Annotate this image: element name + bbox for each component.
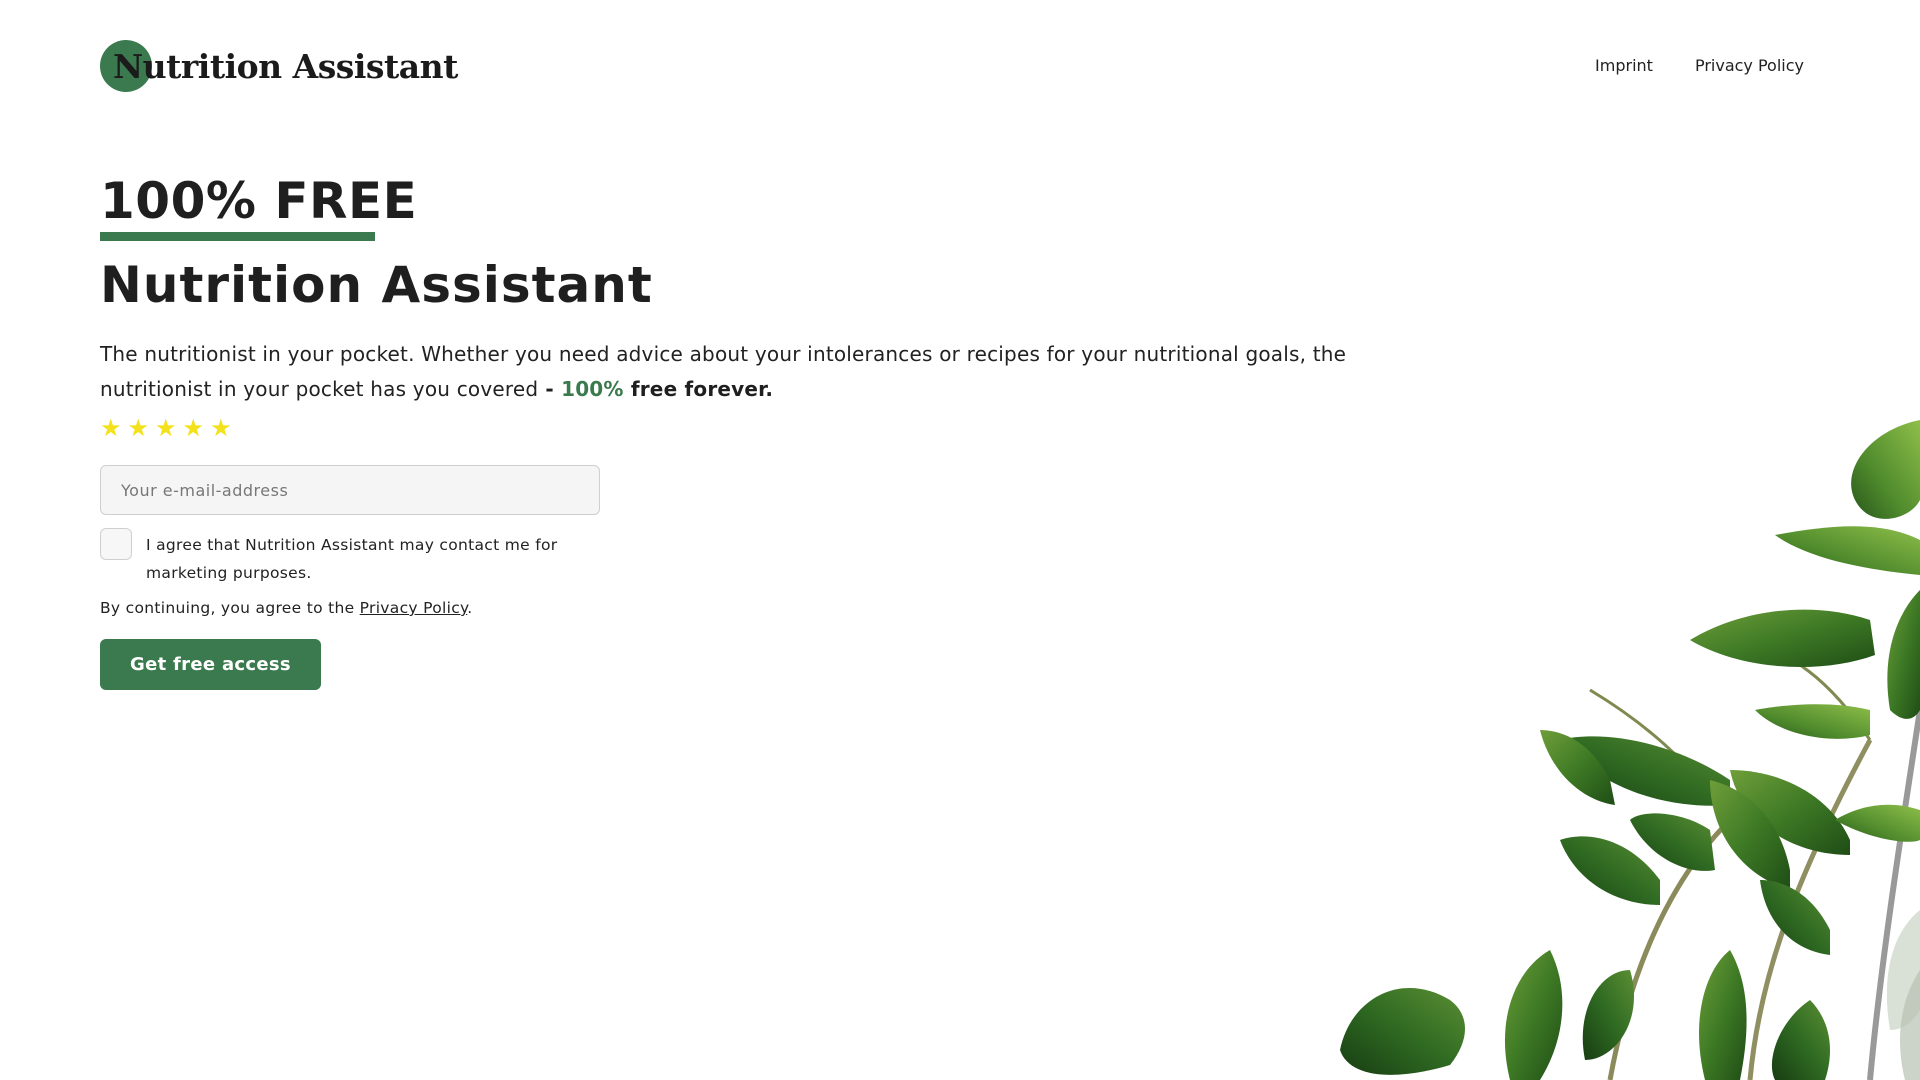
description-dash: - bbox=[538, 377, 562, 401]
nav-link-privacy-policy[interactable]: Privacy Policy bbox=[1695, 56, 1804, 75]
star-icon: ★ bbox=[210, 414, 232, 442]
hero-description: The nutritionist in your pocket. Whether… bbox=[100, 337, 1420, 407]
star-icon: ★ bbox=[100, 414, 122, 442]
privacy-policy-link[interactable]: Privacy Policy bbox=[360, 599, 468, 617]
legal-notice: By continuing, you agree to the Privacy … bbox=[100, 599, 600, 617]
consent-checkbox[interactable] bbox=[100, 528, 132, 560]
star-icon: ★ bbox=[155, 414, 177, 442]
fiddle-leaf-plant-image bbox=[1340, 420, 1920, 1080]
logo[interactable]: Nutrition Assistant bbox=[100, 38, 458, 94]
consent-label: I agree that Nutrition Assistant may con… bbox=[146, 536, 558, 582]
star-icon: ★ bbox=[127, 414, 150, 442]
email-input[interactable] bbox=[100, 465, 600, 515]
hero-section: 100% FREE Nutrition Assistant The nutrit… bbox=[100, 172, 1420, 690]
get-free-access-button[interactable]: Get free access bbox=[100, 639, 321, 690]
landing-page: Nutrition Assistant Imprint Privacy Poli… bbox=[0, 0, 1920, 1080]
top-nav: Imprint Privacy Policy bbox=[1595, 56, 1804, 75]
marketing-consent: I agree that Nutrition Assistant may con… bbox=[100, 528, 600, 587]
page-title: Nutrition Assistant bbox=[100, 256, 653, 314]
free-badge-underline bbox=[100, 232, 375, 241]
legal-prefix: By continuing, you agree to the bbox=[100, 599, 360, 617]
signup-form: I agree that Nutrition Assistant may con… bbox=[100, 465, 600, 690]
nav-link-imprint[interactable]: Imprint bbox=[1595, 56, 1653, 75]
star-rating: ★ ★ ★ ★ ★ bbox=[100, 415, 1420, 441]
description-bold-end: free forever. bbox=[623, 377, 774, 401]
free-badge-text: 100% FREE bbox=[100, 172, 418, 230]
star-icon: ★ bbox=[182, 414, 205, 442]
logo-text: Nutrition Assistant bbox=[113, 46, 458, 86]
description-accent: 100% bbox=[561, 377, 624, 401]
free-badge: 100% FREE bbox=[100, 172, 1420, 241]
legal-suffix: . bbox=[467, 599, 473, 617]
